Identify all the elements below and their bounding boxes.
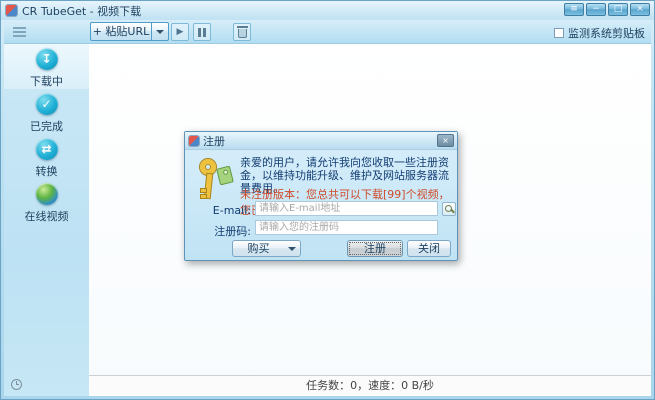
clock-icon	[11, 379, 22, 390]
window-title: CR TubeGet - 视频下载	[22, 3, 141, 19]
start-download-button[interactable]: ▶	[171, 23, 189, 41]
status-bar: 任务数：0，速度：0 B/秒	[89, 375, 651, 396]
clipboard-checkbox-label: 监测系统剪贴板	[568, 25, 645, 41]
dialog-close-button[interactable]: 关闭	[407, 240, 451, 257]
pause-icon	[198, 28, 201, 37]
sidebar-item-convert[interactable]: ⇄ 转换	[4, 134, 89, 179]
dialog-close-icon[interactable]: ×	[437, 134, 454, 147]
email-field[interactable]	[255, 201, 438, 216]
paste-url-group: + 粘贴URL	[90, 22, 169, 41]
sidebar-item-label: 已完成	[4, 118, 89, 134]
globe-icon	[36, 183, 58, 205]
paste-url-button[interactable]: + 粘贴URL	[90, 22, 152, 41]
download-icon: ↧	[36, 48, 58, 70]
grip-icon	[13, 27, 26, 37]
clipboard-checkbox[interactable]	[554, 28, 564, 38]
sidebar-item-label: 下载中	[4, 73, 89, 89]
dialog-titlebar: 注册	[185, 132, 457, 150]
menu-button[interactable]: ≡	[564, 3, 584, 16]
delete-task-button[interactable]	[233, 23, 251, 41]
pause-download-button[interactable]	[193, 23, 211, 41]
clipboard-monitor-group: 监测系统剪贴板	[554, 25, 645, 41]
toolbar: + 粘贴URL ▶ 监测系统剪贴板	[4, 20, 651, 44]
regcode-label: 注册码:	[193, 223, 251, 239]
titlebar: CR TubeGet - 视频下载 ≡ − □ ×	[1, 1, 654, 20]
check-icon: ✓	[36, 93, 58, 115]
key-lookup-button[interactable]	[442, 202, 456, 216]
sidebar-item-label: 在线视频	[4, 208, 89, 224]
play-icon: ▶	[177, 27, 184, 37]
buy-dropdown-button[interactable]	[284, 240, 301, 257]
trash-icon	[238, 29, 247, 38]
sidebar-item-downloading[interactable]: ↧ 下载中	[4, 44, 89, 89]
chevron-down-icon	[156, 30, 164, 34]
key-icon	[198, 159, 240, 205]
register-dialog: 注册 × 亲爱的用户，请允许我向您收取一些注册资金，以维持功能升级、维护及网站服…	[184, 131, 458, 261]
register-button[interactable]: 注册	[347, 240, 403, 257]
email-label: E-mail:	[193, 204, 251, 217]
convert-icon: ⇄	[36, 138, 58, 160]
app-icon	[6, 5, 17, 16]
buy-button[interactable]: 购买	[232, 240, 285, 257]
minimize-button[interactable]: −	[586, 3, 606, 16]
sidebar: ↧ 下载中 ✓ 已完成 ⇄ 转换 在线视频	[4, 44, 89, 396]
sidebar-item-online-video[interactable]: 在线视频	[4, 179, 89, 224]
chevron-down-icon	[288, 247, 296, 251]
regcode-field[interactable]	[255, 220, 438, 235]
window-controls: ≡ − □ ×	[562, 3, 650, 16]
sidebar-item-completed[interactable]: ✓ 已完成	[4, 89, 89, 134]
paste-url-dropdown-button[interactable]	[152, 22, 169, 41]
app-window: CR TubeGet - 视频下载 ≡ − □ × + 粘贴URL ▶	[0, 0, 655, 400]
dialog-icon	[189, 136, 199, 146]
maximize-button[interactable]: □	[608, 3, 628, 16]
close-button[interactable]: ×	[630, 3, 650, 16]
dialog-title: 注册	[203, 133, 225, 149]
sidebar-item-label: 转换	[4, 163, 89, 179]
